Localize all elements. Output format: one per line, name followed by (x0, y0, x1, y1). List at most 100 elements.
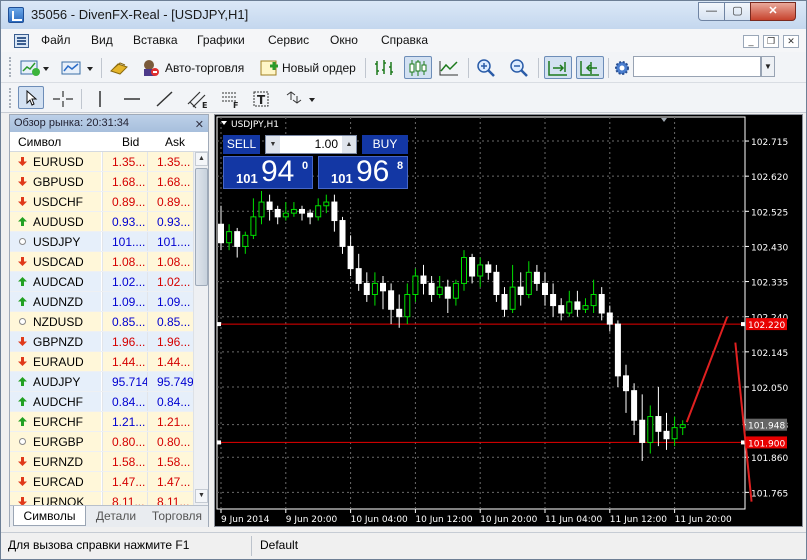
candlestick-chart-button[interactable] (404, 56, 432, 79)
trendline-tool-button[interactable] (154, 87, 176, 110)
settings-button[interactable] (612, 56, 632, 79)
ask-value: 8.11... (147, 492, 193, 505)
cursor-tool-button[interactable] (18, 86, 44, 109)
menu-view[interactable]: Вид (91, 33, 113, 47)
tab-trading[interactable]: Торговля (146, 506, 208, 526)
lot-size-input[interactable]: 1.00 (284, 137, 338, 151)
sell-price-button[interactable]: 101 94 0 (223, 155, 313, 189)
symbol-name: AUDCAD (33, 275, 84, 289)
column-ask[interactable]: Ask (165, 135, 185, 149)
bar-chart-button[interactable] (372, 56, 396, 79)
tab-symbols[interactable]: Символы (13, 506, 86, 526)
tab-details[interactable]: Детали (88, 506, 144, 526)
menu-charts[interactable]: Графики (197, 33, 245, 47)
text-tool-button[interactable]: T (251, 87, 273, 110)
menu-tools[interactable]: Сервис (268, 33, 309, 47)
symbol-name: GBPNZD (33, 335, 84, 349)
market-watch-row[interactable]: USDCAD 1.08... 1.08... (10, 252, 193, 272)
toolbar-grip[interactable] (9, 88, 12, 108)
auto-scroll-button[interactable] (544, 56, 572, 79)
market-watch-row[interactable]: AUDCHF 0.84... 0.84... (10, 392, 193, 412)
buy-price-button[interactable]: 101 96 8 (318, 155, 408, 189)
zoom-in-icon (477, 58, 495, 77)
market-watch-row[interactable]: EURNZD 1.58... 1.58... (10, 452, 193, 472)
bid-value: 0.89... (102, 192, 147, 211)
candle-body (590, 294, 597, 307)
market-watch-row[interactable]: AUDJPY 95.714 95.749 (10, 372, 193, 392)
market-watch-row[interactable]: AUDUSD 0.93... 0.93... (10, 212, 193, 232)
ask-value: 0.93... (147, 212, 193, 231)
fibonacci-tool-button[interactable]: F (219, 87, 243, 110)
market-watch-row[interactable]: USDCHF 0.89... 0.89... (10, 192, 193, 212)
maximize-button[interactable]: ▢ (724, 2, 751, 21)
ask-value: 101.... (147, 232, 193, 251)
ask-value: 0.84... (147, 392, 193, 411)
status-profile: Default (260, 538, 299, 552)
minimize-button[interactable]: — (698, 2, 725, 21)
market-watch-row[interactable]: EURNOK 8.11... 8.11... (10, 492, 193, 505)
zoom-out-button[interactable] (508, 56, 532, 79)
market-watch-row[interactable]: AUDNZD 1.09... 1.09... (10, 292, 193, 312)
chart-window[interactable]: 102.715 102.620 102.525 102.430 102.335 102.2… (214, 114, 803, 527)
sell-button[interactable]: SELL (223, 135, 260, 154)
mdi-minimize-button[interactable]: _ (743, 35, 759, 48)
menu-help[interactable]: Справка (381, 33, 428, 47)
market-watch-row[interactable]: USDJPY 101.... 101.... (10, 232, 193, 252)
lot-decrease-button[interactable]: ▼ (266, 136, 280, 153)
equidistant-channel-tool-button[interactable]: E (185, 87, 211, 110)
menu-file[interactable]: Файл (41, 33, 71, 47)
market-watch-scrollbar[interactable]: ▲ ▼ (193, 152, 208, 505)
arrows-tool-button[interactable] (283, 87, 319, 110)
bid-value: 95.714 (102, 372, 149, 391)
buy-button[interactable]: BUY (362, 135, 408, 154)
column-bid[interactable]: Bid (122, 135, 139, 149)
candle-body (566, 301, 573, 314)
mdi-restore-button[interactable]: ❐ (763, 35, 779, 48)
search-dropdown-button[interactable]: ▼ (761, 56, 775, 77)
candle-body (679, 424, 686, 429)
horizontal-line-tool-button[interactable] (121, 87, 143, 110)
y-tick-label: 102.335 (751, 279, 788, 289)
vertical-line-tool-button[interactable] (90, 87, 110, 110)
market-watch-row[interactable]: AUDCAD 1.02... 1.02... (10, 272, 193, 292)
new-order-label: Новый ордер (282, 60, 356, 75)
lot-increase-button[interactable]: ▲ (342, 136, 356, 153)
scroll-up-button[interactable]: ▲ (195, 152, 208, 166)
channel-icon: E (187, 91, 207, 109)
market-watch-button[interactable] (108, 56, 130, 79)
market-watch-row[interactable]: EURUSD 1.35... 1.35... (10, 152, 193, 172)
menu-insert[interactable]: Вставка (133, 33, 178, 47)
scroll-down-button[interactable]: ▼ (195, 489, 208, 503)
profiles-button[interactable] (59, 56, 97, 79)
market-watch-row[interactable]: GBPNZD 1.96... 1.96... (10, 332, 193, 352)
market-watch-row[interactable]: EURCAD 1.47... 1.47... (10, 472, 193, 492)
autotrading-button[interactable]: Авто-торговля (140, 56, 244, 79)
market-watch-row[interactable]: NZDUSD 0.85... 0.85... (10, 312, 193, 332)
toolbar-grip[interactable] (9, 57, 12, 77)
market-watch-row[interactable]: EURGBP 0.80... 0.80... (10, 432, 193, 452)
zoom-in-button[interactable] (475, 56, 499, 79)
x-tick-label: 10 Jun 20:00 (480, 515, 537, 525)
scroll-thumb[interactable] (195, 168, 208, 286)
buy-price-fraction: 8 (397, 160, 404, 172)
crosshair-tool-button[interactable] (51, 87, 75, 110)
market-watch-row[interactable]: EURCHF 1.21... 1.21... (10, 412, 193, 432)
close-button[interactable]: ✕ (750, 2, 796, 21)
market-watch-row[interactable]: EURAUD 1.44... 1.44... (10, 352, 193, 372)
search-input[interactable] (633, 56, 761, 77)
mdi-close-button[interactable]: ✕ (783, 35, 799, 48)
line-chart-button[interactable] (437, 56, 461, 79)
candle-body (331, 201, 338, 222)
new-chart-button[interactable] (19, 56, 51, 79)
symbol-cell: EURNOK (10, 492, 101, 505)
column-symbol[interactable]: Символ (18, 135, 61, 149)
chart-shift-button[interactable] (576, 56, 604, 79)
status-help-text: Для вызова справки нажмите F1 (8, 538, 190, 552)
candle-body (558, 305, 565, 314)
ask-value: 0.80... (147, 432, 193, 451)
chart-window-icon[interactable] (14, 34, 29, 48)
order-level-handle (217, 322, 221, 327)
menu-window[interactable]: Окно (330, 33, 358, 47)
new-order-button[interactable]: Новый ордер (259, 56, 356, 79)
market-watch-row[interactable]: GBPUSD 1.68... 1.68... (10, 172, 193, 192)
